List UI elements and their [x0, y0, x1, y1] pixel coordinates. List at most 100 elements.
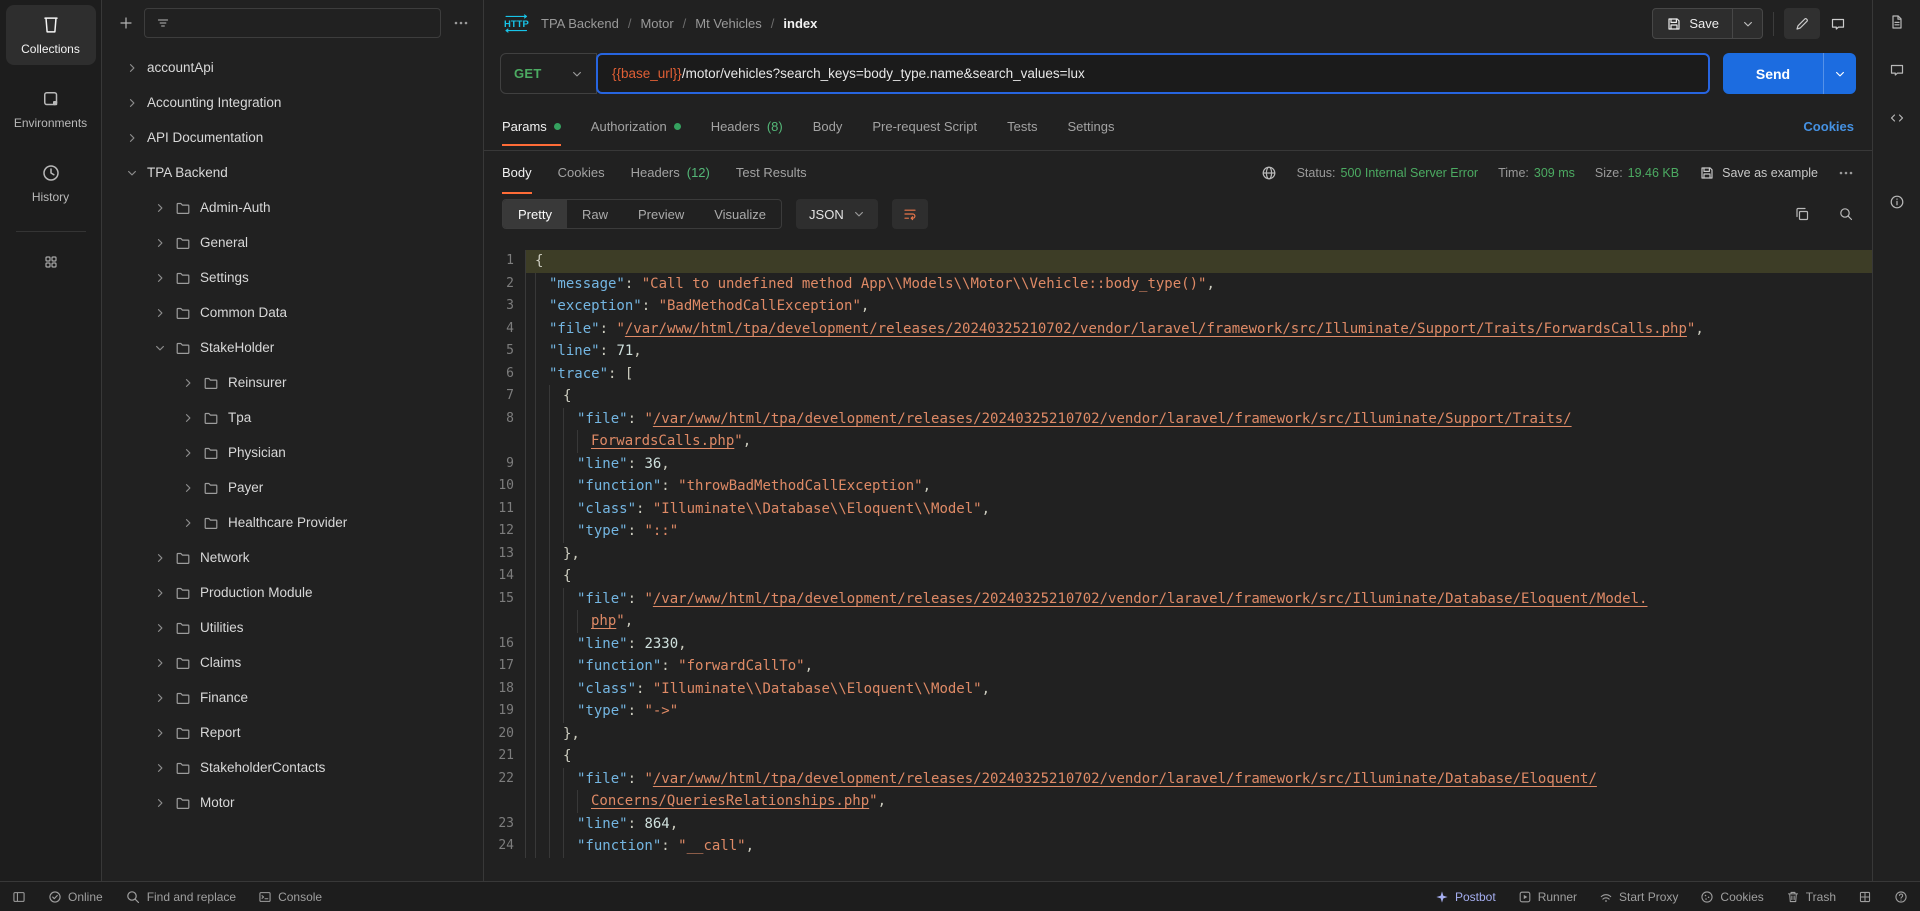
code-snippet-icon[interactable] — [1889, 110, 1905, 126]
request-name[interactable]: index — [783, 16, 817, 31]
rail-item-collections[interactable]: Collections — [6, 5, 96, 65]
file-link[interactable]: ForwardsCalls.php — [591, 433, 734, 449]
chevron-right-icon[interactable] — [154, 237, 166, 249]
sidebar-more-button[interactable] — [453, 15, 469, 31]
sidebar-item-production-module[interactable]: Production Module — [102, 575, 483, 610]
postbot-button[interactable]: Postbot — [1435, 890, 1496, 904]
trash-button[interactable]: Trash — [1786, 890, 1836, 904]
info-icon[interactable] — [1889, 194, 1905, 210]
request-tab-authorization[interactable]: Authorization — [591, 106, 681, 146]
chevron-right-icon[interactable] — [182, 482, 194, 494]
chevron-right-icon[interactable] — [154, 797, 166, 809]
sidebar-item-api-documentation[interactable]: API Documentation — [102, 120, 483, 155]
save-as-example-button[interactable]: Save as example — [1699, 165, 1818, 181]
breadcrumb-collection[interactable]: TPA Backend — [541, 16, 619, 31]
chevron-right-icon[interactable] — [154, 202, 166, 214]
chevron-right-icon[interactable] — [182, 517, 194, 529]
save-button[interactable]: Save — [1652, 8, 1763, 39]
chevron-right-icon[interactable] — [154, 272, 166, 284]
sidebar-item-tpa-backend[interactable]: TPA Backend — [102, 155, 483, 190]
chevron-down-icon[interactable] — [126, 167, 138, 179]
sidebar-item-admin-auth[interactable]: Admin-Auth — [102, 190, 483, 225]
response-tab-cookies[interactable]: Cookies — [558, 151, 605, 194]
sidebar-item-payer[interactable]: Payer — [102, 470, 483, 505]
send-button[interactable]: Send — [1723, 53, 1856, 94]
chevron-right-icon[interactable] — [154, 622, 166, 634]
rail-item-environments[interactable]: Environments — [6, 79, 96, 139]
chevron-right-icon[interactable] — [154, 762, 166, 774]
view-mode-preview[interactable]: Preview — [623, 200, 699, 228]
sidebar-item-stakeholdercontacts[interactable]: StakeholderContacts — [102, 750, 483, 785]
help-button[interactable] — [1894, 890, 1908, 904]
sidebar-item-settings[interactable]: Settings — [102, 260, 483, 295]
request-tab-pre-request-script[interactable]: Pre-request Script — [872, 106, 977, 146]
edit-request-button[interactable] — [1784, 8, 1820, 39]
comments-icon[interactable] — [1889, 62, 1905, 78]
sidebar-item-utilities[interactable]: Utilities — [102, 610, 483, 645]
comments-button[interactable] — [1820, 8, 1856, 39]
sidebar-item-tpa[interactable]: Tpa — [102, 400, 483, 435]
file-link[interactable]: /var/www/html/tpa/development/releases/2… — [653, 591, 1648, 607]
file-link[interactable]: /var/www/html/tpa/development/releases/2… — [653, 771, 1597, 787]
chevron-right-icon[interactable] — [154, 552, 166, 564]
sidebar-item-physician[interactable]: Physician — [102, 435, 483, 470]
sidebar-item-report[interactable]: Report — [102, 715, 483, 750]
chevron-right-icon[interactable] — [154, 307, 166, 319]
filter-collections-input[interactable] — [144, 8, 441, 38]
rail-item-history[interactable]: History — [6, 153, 96, 213]
documentation-icon[interactable] — [1889, 14, 1905, 30]
sidebar-item-stakeholder[interactable]: StakeHolder — [102, 330, 483, 365]
response-tab-test-results[interactable]: Test Results — [736, 151, 807, 194]
url-input[interactable]: {{base_url}}/motor/vehicles?search_keys=… — [596, 53, 1710, 94]
chevron-right-icon[interactable] — [154, 692, 166, 704]
file-link[interactable]: /var/www/html/tpa/development/releases/2… — [653, 411, 1572, 427]
chevron-right-icon[interactable] — [126, 62, 138, 74]
response-tab-body[interactable]: Body — [502, 151, 532, 194]
format-selector[interactable]: JSON — [796, 199, 878, 229]
sidebar-item-healthcare-provider[interactable]: Healthcare Provider — [102, 505, 483, 540]
method-selector[interactable]: GET — [500, 53, 597, 94]
search-response-icon[interactable] — [1838, 206, 1854, 222]
connection-status[interactable]: Online — [48, 890, 103, 904]
chevron-right-icon[interactable] — [182, 412, 194, 424]
chevron-right-icon[interactable] — [154, 587, 166, 599]
console-button[interactable]: Console — [258, 890, 322, 904]
sidebar-item-finance[interactable]: Finance — [102, 680, 483, 715]
send-options-button[interactable] — [1823, 53, 1856, 94]
response-more-button[interactable] — [1838, 165, 1854, 181]
file-link[interactable]: /var/www/html/tpa/development/releases/2… — [625, 321, 1687, 337]
globe-icon[interactable] — [1261, 165, 1277, 181]
request-tab-headers[interactable]: Headers(8) — [711, 106, 783, 146]
chevron-right-icon[interactable] — [126, 97, 138, 109]
start-proxy-button[interactable]: Start Proxy — [1599, 890, 1678, 904]
chevron-right-icon[interactable] — [154, 727, 166, 739]
view-mode-pretty[interactable]: Pretty — [503, 200, 567, 228]
cookies-button[interactable]: Cookies — [1700, 890, 1763, 904]
chevron-right-icon[interactable] — [182, 377, 194, 389]
request-tab-tests[interactable]: Tests — [1007, 106, 1037, 146]
runner-button[interactable]: Runner — [1518, 890, 1577, 904]
toggle-sidebar-button[interactable] — [12, 890, 26, 904]
sidebar-item-accountapi[interactable]: accountApi — [102, 50, 483, 85]
breadcrumb-subfolder[interactable]: Mt Vehicles — [695, 16, 761, 31]
sidebar-item-claims[interactable]: Claims — [102, 645, 483, 680]
response-tab-headers[interactable]: Headers(12) — [631, 151, 710, 194]
chevron-right-icon[interactable] — [182, 447, 194, 459]
chevron-down-icon[interactable] — [154, 342, 166, 354]
sidebar-item-network[interactable]: Network — [102, 540, 483, 575]
view-mode-raw[interactable]: Raw — [567, 200, 623, 228]
file-link[interactable]: Concerns/QueriesRelationships.php — [591, 793, 869, 809]
find-and-replace-button[interactable]: Find and replace — [125, 889, 236, 905]
new-collection-button[interactable] — [118, 15, 134, 31]
sidebar-item-common-data[interactable]: Common Data — [102, 295, 483, 330]
breadcrumb-folder[interactable]: Motor — [640, 16, 673, 31]
request-tab-body[interactable]: Body — [813, 106, 843, 146]
sidebar-item-motor[interactable]: Motor — [102, 785, 483, 820]
file-link[interactable]: php — [591, 613, 616, 629]
copy-icon[interactable] — [1794, 206, 1810, 222]
wrap-lines-button[interactable] — [892, 199, 928, 229]
sidebar-item-accounting-integration[interactable]: Accounting Integration — [102, 85, 483, 120]
cookies-link[interactable]: Cookies — [1803, 119, 1854, 134]
request-tab-params[interactable]: Params — [502, 106, 561, 146]
two-pane-view-button[interactable] — [1858, 890, 1872, 904]
